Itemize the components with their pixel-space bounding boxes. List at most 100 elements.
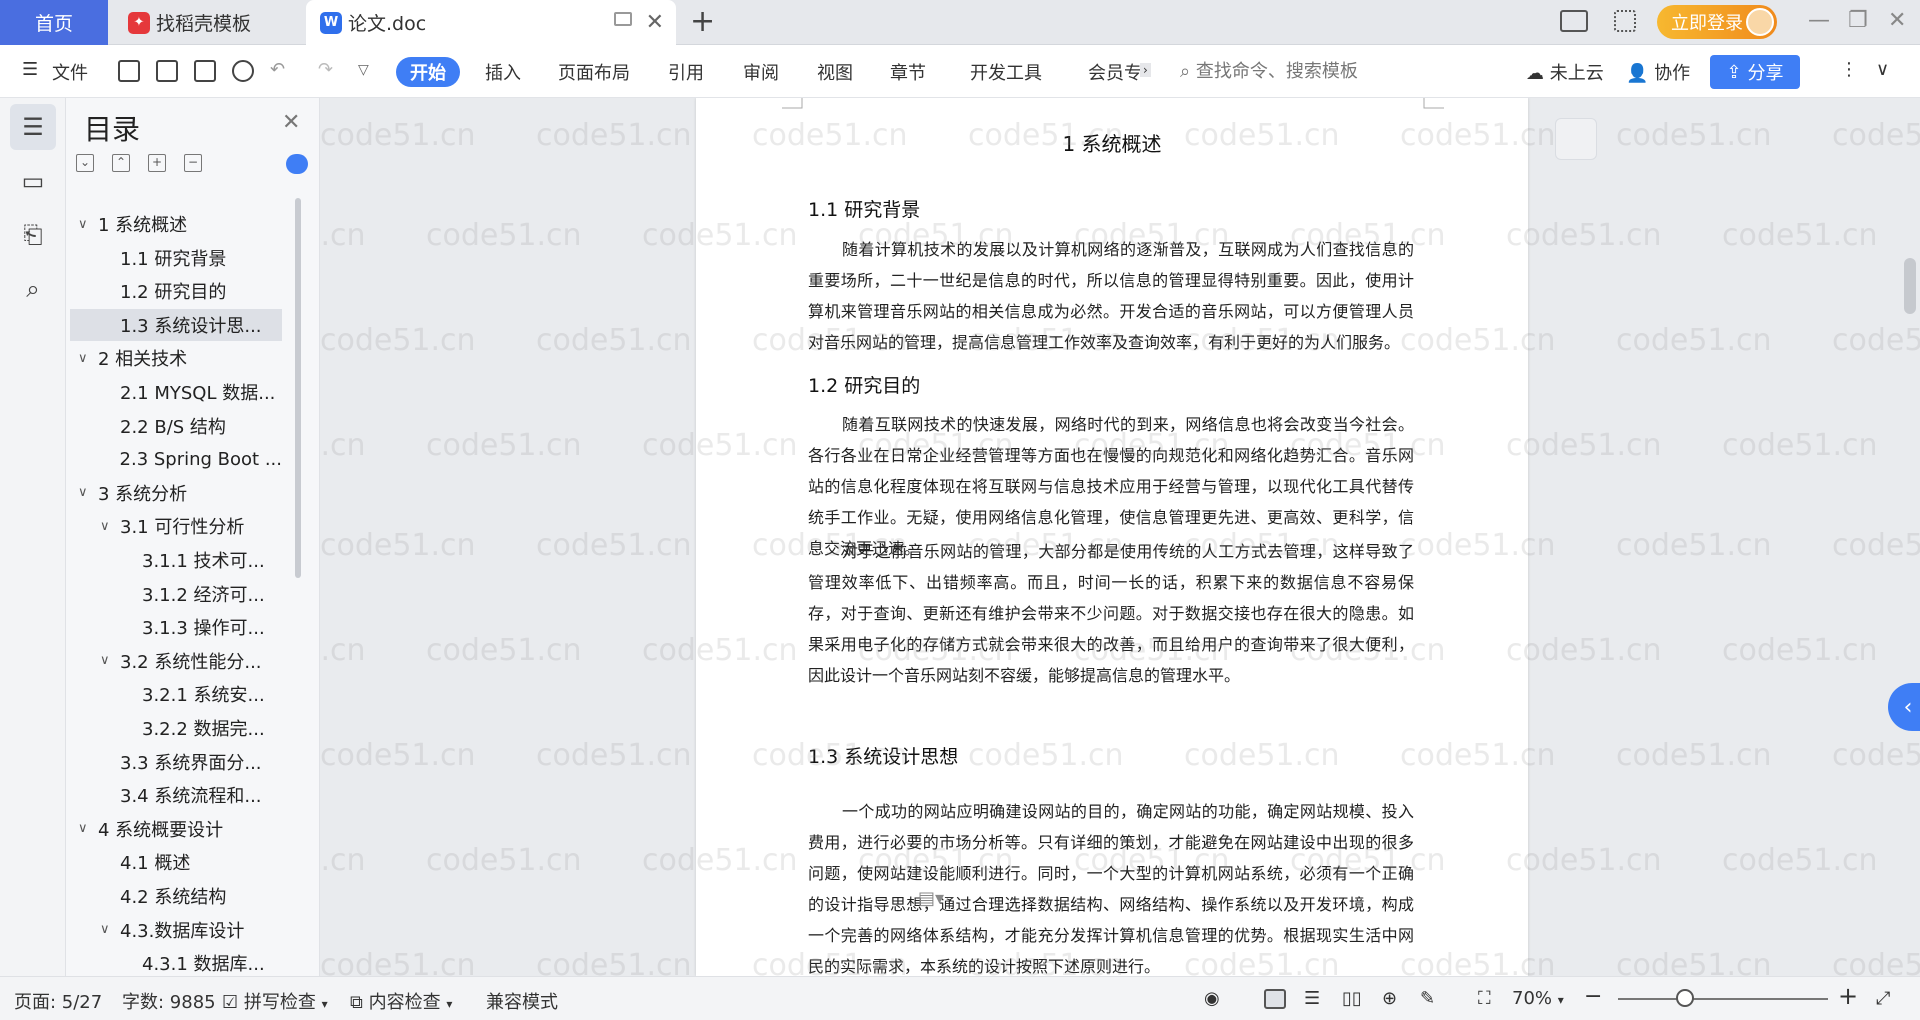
collab-button[interactable]: 👤 协作 — [1626, 59, 1690, 85]
chevron-down-icon[interactable]: ∨ — [100, 519, 120, 534]
close-tab-icon[interactable]: ✕ — [646, 10, 664, 35]
chevron-down-icon[interactable]: ∨ — [78, 821, 98, 836]
chevron-down-icon[interactable]: ∨ — [100, 922, 120, 937]
layout-view-icon[interactable] — [1560, 10, 1588, 32]
cloud-status[interactable]: ☁ 未上云 — [1526, 59, 1604, 85]
tab-chapter[interactable]: 章节 — [890, 59, 926, 85]
pen-icon[interactable]: ✎ — [1420, 988, 1435, 1009]
print-preview-icon[interactable] — [232, 60, 254, 82]
print-icon[interactable] — [194, 60, 216, 82]
toc-item[interactable]: 2.1 MYSQL 数据... — [70, 376, 282, 408]
chevron-down-icon[interactable]: ∨ — [78, 351, 98, 366]
toc-item[interactable]: 1.2 研究目的 — [70, 275, 282, 307]
content-check[interactable]: ⧉ 内容检查 ▾ — [350, 988, 452, 1014]
zoom-in-icon[interactable]: + — [1838, 982, 1858, 1010]
toc-item[interactable]: 3.3 系统界面分... — [70, 746, 282, 778]
toc-item[interactable]: ∨ 4 系统概要设计 — [70, 813, 282, 845]
toc-item[interactable]: 2.3 Spring Boot ... — [70, 443, 282, 475]
toc-item[interactable]: 1.1 研究背景 — [70, 242, 282, 274]
page-indicator[interactable]: 页面: 5/27 — [14, 988, 102, 1014]
toc-item[interactable]: ∨ 1 系统概述 — [70, 208, 282, 240]
hamburger-icon[interactable]: ☰ — [22, 59, 38, 80]
web-view-icon[interactable]: ⊕ — [1382, 988, 1397, 1009]
tab-references[interactable]: 引用 — [668, 59, 704, 85]
toc-item[interactable]: ∨ 3.2 系统性能分... — [70, 645, 282, 677]
tab-insert[interactable]: 插入 — [485, 59, 521, 85]
outline-view-button[interactable]: ☰ — [10, 104, 56, 150]
spell-check[interactable]: ☑ 拼写检查 ▾ — [222, 988, 328, 1014]
toc-item[interactable]: 4.1 概述 — [70, 846, 282, 878]
tab-view[interactable]: 视图 — [817, 59, 853, 85]
tab-page-layout[interactable]: 页面布局 — [558, 59, 630, 85]
comment-icon[interactable]: ▤▾ — [918, 888, 944, 909]
tab-developer[interactable]: 开发工具 — [970, 59, 1042, 85]
toc-item[interactable]: 3.1.2 经济可... — [70, 578, 282, 610]
bookmark-button[interactable]: ⎗ — [10, 212, 56, 258]
eye-icon[interactable]: ◉ — [1204, 988, 1220, 1009]
new-tab-icon[interactable]: + — [690, 4, 715, 39]
toc-item[interactable]: 3.4 系统流程和... — [70, 779, 282, 811]
chevron-down-icon[interactable]: ∨ — [78, 485, 98, 500]
toc-item[interactable]: ∨ 4.3.数据库设计 — [70, 914, 282, 946]
apps-grid-icon[interactable] — [1614, 10, 1636, 32]
login-button[interactable]: 立即登录 — [1657, 5, 1777, 39]
more-tabs-icon[interactable]: › — [1140, 63, 1151, 77]
remove-heading-icon[interactable]: − — [184, 154, 202, 172]
find-button[interactable]: ⌕ — [10, 266, 56, 312]
chevron-down-icon[interactable]: ∨ — [78, 217, 98, 232]
toc-item[interactable]: 3.2.1 系统安... — [70, 678, 282, 710]
toc-item[interactable]: 3.1.1 技术可... — [70, 544, 282, 576]
toc-scrollbar[interactable] — [295, 198, 301, 578]
toc-item[interactable]: ∨ 3 系统分析 — [70, 477, 282, 509]
page-view-icon[interactable] — [1264, 989, 1286, 1009]
tab-home[interactable]: 首页 — [0, 0, 108, 45]
close-icon[interactable]: ✕ — [282, 110, 300, 135]
reading-view-icon[interactable]: ▯▯ — [1342, 988, 1362, 1009]
collapse-all-icon[interactable]: ⌃ — [112, 154, 130, 172]
zoom-out-icon[interactable]: − — [1584, 984, 1602, 1009]
file-menu[interactable]: 文件 — [52, 59, 88, 85]
scrollbar-thumb[interactable] — [1904, 258, 1916, 314]
minimize-icon[interactable]: — — [1808, 8, 1830, 33]
redo-icon[interactable]: ↷ — [318, 59, 333, 80]
chevron-down-icon[interactable]: ∨ — [100, 653, 120, 668]
close-window-icon[interactable]: ✕ — [1888, 8, 1906, 33]
restore-icon[interactable]: ❐ — [1848, 8, 1868, 33]
expand-all-icon[interactable]: ⌄ — [76, 154, 94, 172]
toc-item[interactable]: 4.2 系统结构 — [70, 880, 282, 912]
export-pdf-icon[interactable] — [156, 60, 178, 82]
toc-item[interactable]: 4.3.1 数据库... — [70, 947, 282, 976]
tab-document[interactable]: W 论文.doc ✕ — [306, 0, 676, 45]
document-page[interactable]: 1 系统概述 1.1 研究背景 随着计算机技术的发展以及计算机网络的逐渐普及，互… — [696, 98, 1528, 976]
toc-item[interactable]: 3.2.2 数据完... — [70, 712, 282, 744]
zoom-level[interactable]: 70% ▾ — [1512, 988, 1564, 1009]
toc-item[interactable]: 3.1.3 操作可... — [70, 611, 282, 643]
undo-icon[interactable]: ↶ — [270, 59, 285, 80]
add-heading-icon[interactable]: + — [148, 154, 166, 172]
share-button[interactable]: ⇪ 分享 — [1710, 55, 1800, 89]
fit-page-icon[interactable]: ⛶ — [1478, 988, 1491, 1009]
collapse-ribbon-icon[interactable]: ∨ — [1876, 59, 1889, 80]
chapter-nav-button[interactable]: ▭ — [10, 158, 56, 204]
tab-start[interactable]: 开始 — [396, 57, 460, 87]
fold-panel-button[interactable] — [1555, 118, 1597, 160]
toc-item[interactable]: ∨ 2 相关技术 — [70, 342, 282, 374]
zoom-slider[interactable] — [1618, 998, 1828, 1000]
more-options-icon[interactable]: ⋮ — [1840, 59, 1858, 80]
vertical-scrollbar[interactable] — [1900, 98, 1920, 976]
word-count[interactable]: 字数: 9885 — [122, 988, 216, 1014]
outline-view-icon[interactable]: ☰ — [1304, 988, 1320, 1009]
tab-review[interactable]: 审阅 — [743, 59, 779, 85]
tab-member[interactable]: 会员专 — [1088, 59, 1142, 85]
command-search[interactable]: ⌕ 查找命令、搜索模板 — [1180, 57, 1358, 83]
tab-template[interactable]: ✦ 找稻壳模板 — [112, 0, 302, 45]
monitor-icon[interactable] — [614, 12, 632, 26]
zoom-slider-handle[interactable] — [1676, 989, 1694, 1007]
toc-item[interactable]: 2.2 B/S 结构 — [70, 410, 282, 442]
save-icon[interactable] — [118, 60, 140, 82]
toc-item[interactable]: 1.3 系统设计思... — [70, 308, 282, 341]
fullscreen-icon[interactable]: ⤢ — [1876, 988, 1890, 1009]
ai-assistant-icon[interactable] — [286, 154, 308, 174]
toc-item[interactable]: ∨ 3.1 可行性分析 — [70, 510, 282, 542]
chevron-down-icon[interactable]: ▽ — [358, 62, 369, 78]
